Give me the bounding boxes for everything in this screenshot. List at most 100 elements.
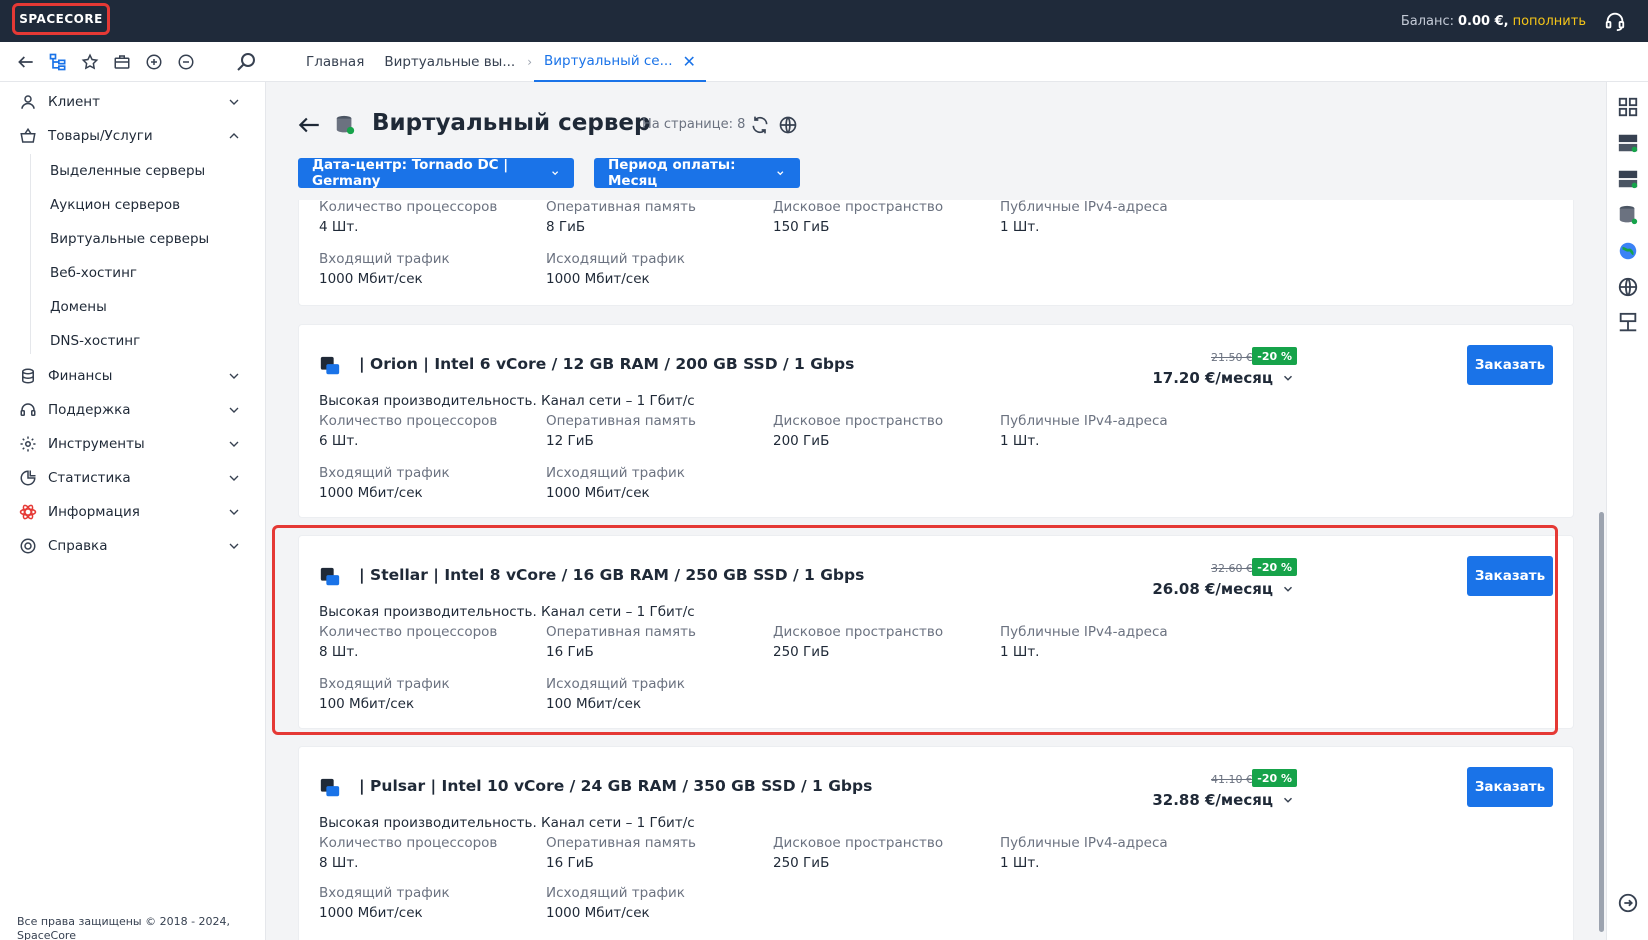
chevron-down-icon bbox=[777, 171, 784, 176]
tree-icon[interactable] bbox=[46, 50, 70, 74]
discount-badge: -20 % bbox=[1252, 347, 1297, 365]
discount-badge: -20 % bbox=[1252, 558, 1297, 576]
headset-icon[interactable] bbox=[1604, 10, 1626, 32]
scroll-thumb[interactable] bbox=[1599, 512, 1604, 932]
sidebar-item-info[interactable]: Информация bbox=[0, 495, 266, 529]
chevron-down-icon bbox=[229, 407, 239, 413]
zoom-out-icon[interactable] bbox=[174, 50, 198, 74]
tab-separator-icon: › bbox=[527, 55, 533, 69]
server-icon[interactable] bbox=[1617, 168, 1639, 190]
sidebar-item-help[interactable]: Справка bbox=[0, 529, 266, 563]
back-icon[interactable] bbox=[14, 50, 38, 74]
database-icon[interactable] bbox=[1617, 204, 1639, 226]
plan-name: | Stellar | Intel 8 vCore / 16 GB RAM / … bbox=[359, 566, 865, 584]
globe-icon[interactable] bbox=[1617, 240, 1639, 262]
sidebar-sub-webhosting[interactable]: Веб-хостинг bbox=[50, 256, 137, 290]
sidebar-item-stats[interactable]: Статистика bbox=[0, 461, 266, 495]
vds-icon bbox=[320, 778, 340, 797]
server-card-orion: | Orion | Intel 6 vCore / 12 GB RAM / 20… bbox=[298, 324, 1574, 518]
server-card: Количество процессоров 4 Шт. Оперативная … bbox=[298, 200, 1574, 306]
scrollbar[interactable] bbox=[1598, 82, 1606, 940]
toolbar: Главная Виртуальные вы... › Виртуальный … bbox=[0, 42, 1648, 82]
brand-logo[interactable]: SPACECORE bbox=[12, 3, 110, 35]
headset-icon bbox=[18, 400, 38, 420]
tab-home[interactable]: Главная bbox=[296, 42, 374, 82]
refresh-icon[interactable] bbox=[750, 115, 770, 135]
vds-icon bbox=[320, 356, 340, 375]
billing-period-filter[interactable]: Период оплаты: Месяц bbox=[594, 157, 800, 189]
tab-virtual-server[interactable]: Виртуальный се... ✕ bbox=[534, 42, 706, 82]
sidebar-item-finance[interactable]: Финансы bbox=[0, 359, 266, 393]
server-card-stellar: | Stellar | Intel 8 vCore / 16 GB RAM / … bbox=[298, 535, 1574, 729]
back-arrow-icon[interactable] bbox=[296, 112, 322, 138]
balance: Баланс: 0.00 €, пополнить bbox=[1401, 0, 1586, 42]
chevron-down-icon bbox=[551, 171, 558, 176]
datacenter-filter[interactable]: Дата-центр: Tornado DC | Germany bbox=[298, 157, 574, 189]
price[interactable]: 26.08 €/месяц bbox=[1152, 580, 1273, 598]
balance-value: 0.00 €, bbox=[1458, 13, 1509, 29]
grid-icon[interactable] bbox=[1617, 96, 1639, 118]
zoom-in-icon[interactable] bbox=[142, 50, 166, 74]
server-card-pulsar: | Pulsar | Intel 10 vCore / 24 GB RAM / … bbox=[298, 746, 1574, 940]
submenu-line bbox=[30, 154, 31, 354]
sidebar-item-support[interactable]: Поддержка bbox=[0, 393, 266, 427]
user-icon bbox=[18, 92, 38, 112]
plan-description: Высокая производительность. Канал сети –… bbox=[319, 815, 695, 831]
server-list: Количество процессоров 4 Шт. Оперативная … bbox=[298, 200, 1574, 940]
sidebar-item-goods[interactable]: Товары/Услуги bbox=[0, 119, 266, 153]
per-page-selector[interactable]: На странице: 8 bbox=[642, 117, 745, 132]
close-icon[interactable]: ✕ bbox=[682, 52, 695, 71]
chevron-down-icon[interactable] bbox=[1281, 371, 1295, 385]
chevron-down-icon bbox=[229, 543, 239, 549]
chevron-down-icon bbox=[229, 99, 239, 105]
dns-icon[interactable] bbox=[1617, 312, 1639, 334]
coins-icon bbox=[18, 366, 38, 386]
order-button[interactable]: Заказать bbox=[1467, 767, 1553, 807]
sidebar-sub-auction[interactable]: Аукцион серверов bbox=[50, 188, 180, 222]
top-bar: SPACECORE Баланс: 0.00 €, пополнить bbox=[0, 0, 1648, 42]
copyright: Все права защищены © 2018 - 2024, SpaceC… bbox=[17, 915, 231, 940]
globe-outline-icon[interactable] bbox=[1617, 276, 1639, 298]
chevron-down-icon[interactable] bbox=[1281, 793, 1295, 807]
chevron-down-icon bbox=[229, 441, 239, 447]
basket-icon bbox=[18, 126, 38, 146]
old-price: 21.50 € bbox=[1211, 351, 1253, 364]
pie-chart-icon bbox=[18, 468, 38, 488]
chevron-up-icon bbox=[229, 133, 239, 139]
vds-icon bbox=[320, 567, 340, 586]
page-title: Виртуальный сервер bbox=[372, 110, 651, 136]
old-price: 41.10 € bbox=[1211, 773, 1253, 786]
chevron-down-icon[interactable] bbox=[1281, 582, 1295, 596]
sidebar-sub-domains[interactable]: Домены bbox=[50, 290, 107, 324]
chevron-down-icon bbox=[229, 475, 239, 481]
balance-label: Баланс: bbox=[1400, 13, 1454, 29]
topup-link[interactable]: пополнить bbox=[1513, 14, 1586, 29]
search-icon[interactable] bbox=[234, 50, 258, 74]
sidebar-item-tools[interactable]: Инструменты bbox=[0, 427, 266, 461]
sidebar: Клиент Товары/Услуги Выделенные серверы … bbox=[0, 82, 266, 940]
plan-description: Высокая производительность. Канал сети –… bbox=[319, 604, 695, 620]
sidebar-item-client[interactable]: Клиент bbox=[0, 85, 266, 119]
gear-icon bbox=[18, 434, 38, 454]
plan-name: | Orion | Intel 6 vCore / 12 GB RAM / 20… bbox=[359, 355, 855, 373]
chevron-down-icon bbox=[229, 509, 239, 515]
atom-icon bbox=[18, 502, 38, 522]
price[interactable]: 17.20 €/месяц bbox=[1152, 369, 1273, 387]
chevron-down-icon bbox=[229, 373, 239, 379]
server-icon[interactable] bbox=[1617, 132, 1639, 154]
logout-icon[interactable] bbox=[1617, 892, 1639, 914]
sidebar-sub-dns[interactable]: DNS-хостинг bbox=[50, 324, 140, 358]
order-button[interactable]: Заказать bbox=[1467, 345, 1553, 385]
order-button[interactable]: Заказать bbox=[1467, 556, 1553, 596]
globe-icon[interactable] bbox=[778, 115, 798, 135]
briefcase-icon[interactable] bbox=[110, 50, 134, 74]
sidebar-sub-dedicated[interactable]: Выделенные серверы bbox=[50, 154, 205, 188]
sidebar-sub-vps[interactable]: Виртуальные серверы bbox=[50, 222, 209, 256]
lifebuoy-icon bbox=[18, 536, 38, 556]
tab-bar: Главная Виртуальные вы... › Виртуальный … bbox=[296, 42, 706, 82]
price[interactable]: 32.88 €/месяц bbox=[1152, 791, 1273, 809]
star-icon[interactable] bbox=[78, 50, 102, 74]
tab-virtual-servers[interactable]: Виртуальные вы... bbox=[374, 42, 525, 82]
plan-description: Высокая производительность. Канал сети –… bbox=[319, 393, 695, 409]
old-price: 32.60 € bbox=[1211, 562, 1253, 575]
